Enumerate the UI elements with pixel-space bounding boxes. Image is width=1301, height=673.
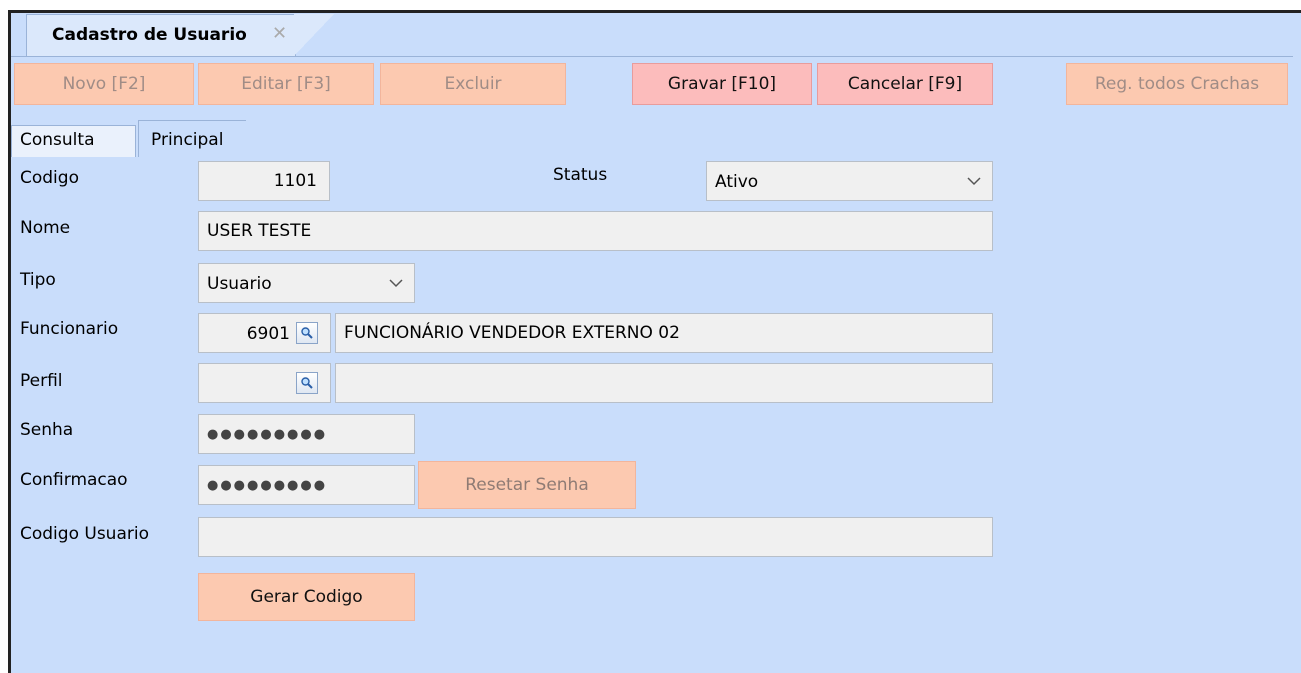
confirmacao-field[interactable]: ●●●●●●●●● <box>198 465 415 505</box>
senha-field[interactable]: ●●●●●●●●● <box>198 414 415 454</box>
status-select[interactable]: Ativo <box>706 161 993 201</box>
tab-principal-edge <box>246 120 276 157</box>
novo-button[interactable]: Novo [F2] <box>14 63 194 105</box>
confirmacao-value: ●●●●●●●●● <box>207 477 328 493</box>
editar-button[interactable]: Editar [F3] <box>198 63 374 105</box>
codigo-field[interactable]: 1101 <box>198 161 330 201</box>
cancelar-button[interactable]: Cancelar [F9] <box>817 63 993 105</box>
tipo-value: Usuario <box>207 274 272 294</box>
status-value: Ativo <box>715 172 759 192</box>
confirmacao-label: Confirmacao <box>20 470 128 490</box>
tipo-select[interactable]: Usuario <box>198 263 415 303</box>
perfil-label: Perfil <box>20 371 63 391</box>
codigo-usuario-label: Codigo Usuario <box>20 524 149 544</box>
gerar-codigo-button[interactable]: Gerar Codigo <box>198 573 415 621</box>
document-tab-title: Cadastro de Usuario <box>52 25 247 45</box>
tab-divider <box>11 56 1293 57</box>
chevron-down-icon[interactable] <box>956 162 992 200</box>
tab-principal-label: Principal <box>151 130 224 150</box>
resetar-senha-button[interactable]: Resetar Senha <box>418 461 636 509</box>
close-icon[interactable]: ✕ <box>272 23 287 44</box>
search-icon[interactable] <box>296 372 318 394</box>
perfil-name-field <box>335 363 993 403</box>
reg-todos-crachas-button[interactable]: Reg. todos Crachas <box>1066 63 1288 105</box>
funcionario-name-field: FUNCIONÁRIO VENDEDOR EXTERNO 02 <box>335 313 993 353</box>
excluir-button[interactable]: Excluir <box>380 63 566 105</box>
nome-label: Nome <box>20 218 71 238</box>
document-tab-edge <box>294 14 334 56</box>
gravar-button[interactable]: Gravar [F10] <box>632 63 812 105</box>
funcionario-label: Funcionario <box>20 319 119 339</box>
senha-label: Senha <box>20 420 74 440</box>
funcionario-code-value: 6901 <box>246 324 290 344</box>
tipo-label: Tipo <box>20 270 56 290</box>
codigo-label: Codigo <box>20 168 79 188</box>
tab-consulta-label: Consulta <box>20 130 95 150</box>
nome-field[interactable]: USER TESTE <box>198 211 993 251</box>
search-icon[interactable] <box>296 322 318 344</box>
chevron-down-icon[interactable] <box>378 264 414 302</box>
senha-value: ●●●●●●●●● <box>207 426 328 442</box>
status-label: Status <box>553 165 608 185</box>
codigo-usuario-field[interactable] <box>198 517 993 557</box>
